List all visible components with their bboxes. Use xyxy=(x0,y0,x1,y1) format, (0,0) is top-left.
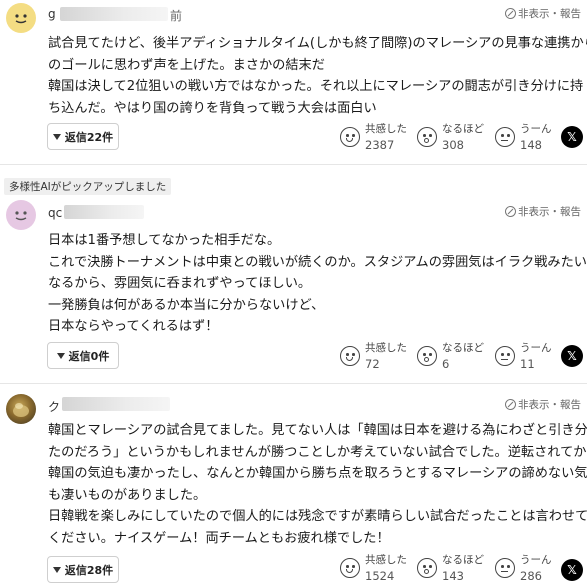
reply-toggle-button[interactable]: 返信22件 xyxy=(47,123,119,150)
hmm-label: うーん xyxy=(520,342,552,354)
empathy-button[interactable]: 共感した 72 xyxy=(340,340,410,374)
reply-count-label: 返信22件 xyxy=(64,130,114,144)
avatar xyxy=(6,3,36,33)
hide-report-link[interactable]: 非表示・報告 xyxy=(505,204,581,219)
insight-button[interactable]: なるほど 143 xyxy=(417,552,487,586)
hide-icon xyxy=(505,8,516,19)
hmm-count: 286 xyxy=(520,569,542,583)
hmm-button[interactable]: うーん 148 xyxy=(495,121,565,155)
hmm-button[interactable]: うーん 286 xyxy=(495,552,565,586)
smile-icon xyxy=(340,558,360,578)
comment-line: 日本ならやってくれるはず！ xyxy=(48,319,219,335)
surprised-icon xyxy=(417,127,437,147)
comment-line: 韓国は決して2位狙いの戦い方ではなかった。それ以上にマレーシアの闘志が引き分けに… xyxy=(48,79,584,95)
comment-body: 試合見てたけど、後半アディショナルタイム(しかも終了間際)のマレーシアの見事な連… xyxy=(48,33,587,119)
hide-icon xyxy=(505,206,516,217)
x-share-icon[interactable]: 𝕏 xyxy=(561,559,583,581)
empathy-label: 共感した xyxy=(365,342,407,354)
username[interactable]: g xyxy=(48,7,56,21)
face-icon xyxy=(15,14,27,24)
insight-button[interactable]: なるほど 308 xyxy=(417,121,487,155)
hmm-button[interactable]: うーん 11 xyxy=(495,340,565,374)
comment-line: ち込んだ。やはり国の誇りを背負って戦う大会は面白い xyxy=(48,100,377,116)
insight-label: なるほど xyxy=(442,554,484,566)
hmm-label: うーん xyxy=(520,123,552,135)
hide-report-label: 非表示・報告 xyxy=(518,206,581,218)
comment-line: も凄いものがありました。 xyxy=(48,487,207,503)
comment-line: 韓国の気迫も凄かったし、なんとか韓国から勝ち点を取ろうとするマレーシアの諦めない… xyxy=(48,466,587,482)
hmm-count: 11 xyxy=(520,357,535,371)
thinking-icon xyxy=(495,346,515,366)
comment-line: ください。ナイスゲーム！両チームともお疲れ様でした！ xyxy=(48,530,390,546)
comment-body: 日本は1番予想してなかった相手だな。 これで決勝トーナメントは中東との戦いが続く… xyxy=(48,230,587,338)
avatar xyxy=(6,200,36,230)
hmm-label: うーん xyxy=(520,554,552,566)
face-icon xyxy=(15,211,27,221)
reply-toggle-button[interactable]: 返信28件 xyxy=(47,556,119,583)
username[interactable]: ク xyxy=(48,398,60,415)
smile-icon xyxy=(340,127,360,147)
timestamp: 前 xyxy=(170,9,183,23)
comment-line: 韓国とマレーシアの試合見てました。見てない人は「韓国は日本を避ける為にわざと引き… xyxy=(48,423,587,438)
x-share-icon[interactable]: 𝕏 xyxy=(561,126,583,148)
username[interactable]: qc xyxy=(48,206,62,220)
hide-report-link[interactable]: 非表示・報告 xyxy=(505,6,581,21)
photo-avatar-icon xyxy=(13,403,29,417)
comment-line: 一発勝負は何があるか本当に分からないけど、 xyxy=(48,297,325,313)
reply-toggle-button[interactable]: 返信0件 xyxy=(47,342,119,369)
insight-count: 143 xyxy=(442,569,464,583)
insight-button[interactable]: なるほど 6 xyxy=(417,340,487,374)
blurred-username xyxy=(60,7,168,21)
reply-count-label: 返信0件 xyxy=(68,349,110,363)
empathy-button[interactable]: 共感した 1524 xyxy=(340,552,410,586)
comment-line: のゴールに思わず声を上げた。まさかの結末だ xyxy=(48,57,325,73)
blurred-username xyxy=(62,397,170,411)
comment-body: 韓国とマレーシアの試合見てました。見てない人は「韓国は日本を避ける為にわざと引き… xyxy=(48,420,587,550)
empathy-count: 2387 xyxy=(365,138,395,152)
comment-line: なるから、雰囲気に呑まれずやってほしい。 xyxy=(48,276,312,292)
hide-report-link[interactable]: 非表示・報告 xyxy=(505,397,581,412)
caret-down-icon xyxy=(52,566,61,573)
divider xyxy=(0,383,587,384)
insight-count: 308 xyxy=(442,138,464,152)
empathy-button[interactable]: 共感した 2387 xyxy=(340,121,410,155)
hmm-count: 148 xyxy=(520,138,542,152)
thinking-icon xyxy=(495,558,515,578)
insight-label: なるほど xyxy=(442,123,484,135)
reply-count-label: 返信28件 xyxy=(64,563,114,577)
surprised-icon xyxy=(417,558,437,578)
insight-label: なるほど xyxy=(442,342,484,354)
comment-line: たのだろう」というかもしれませんが勝つことしか考えていない試合でした。逆転されて… xyxy=(48,444,587,460)
blurred-username xyxy=(64,205,144,219)
empathy-count: 1524 xyxy=(365,569,395,583)
divider xyxy=(0,164,587,165)
x-share-icon[interactable]: 𝕏 xyxy=(561,345,583,367)
caret-down-icon xyxy=(56,352,65,359)
hide-icon xyxy=(505,399,516,410)
comment-line: これで決勝トーナメントは中東との戦いが続くのか。スタジアムの雰囲気はイラク戦みた… xyxy=(48,254,587,270)
empathy-count: 72 xyxy=(365,357,380,371)
comment-line: 試合見てたけど、後半アディショナルタイム(しかも終了間際)のマレーシアの見事な連… xyxy=(48,36,587,51)
smile-icon xyxy=(340,346,360,366)
thinking-icon xyxy=(495,127,515,147)
comment-line: 日韓戦を楽しみにしていたので個人的には残念ですが素晴らしい試合だったことは言わせ… xyxy=(48,509,587,525)
ai-pickup-badge: 多様性AIがピックアップしました xyxy=(4,178,172,195)
empathy-label: 共感した xyxy=(365,123,407,135)
avatar xyxy=(6,394,36,424)
surprised-icon xyxy=(417,346,437,366)
insight-count: 6 xyxy=(442,357,450,371)
hide-report-label: 非表示・報告 xyxy=(518,8,581,20)
caret-down-icon xyxy=(52,133,61,140)
hide-report-label: 非表示・報告 xyxy=(518,399,581,411)
empathy-label: 共感した xyxy=(365,554,407,566)
comment-line: 日本は1番予想してなかった相手だな。 xyxy=(48,233,281,248)
